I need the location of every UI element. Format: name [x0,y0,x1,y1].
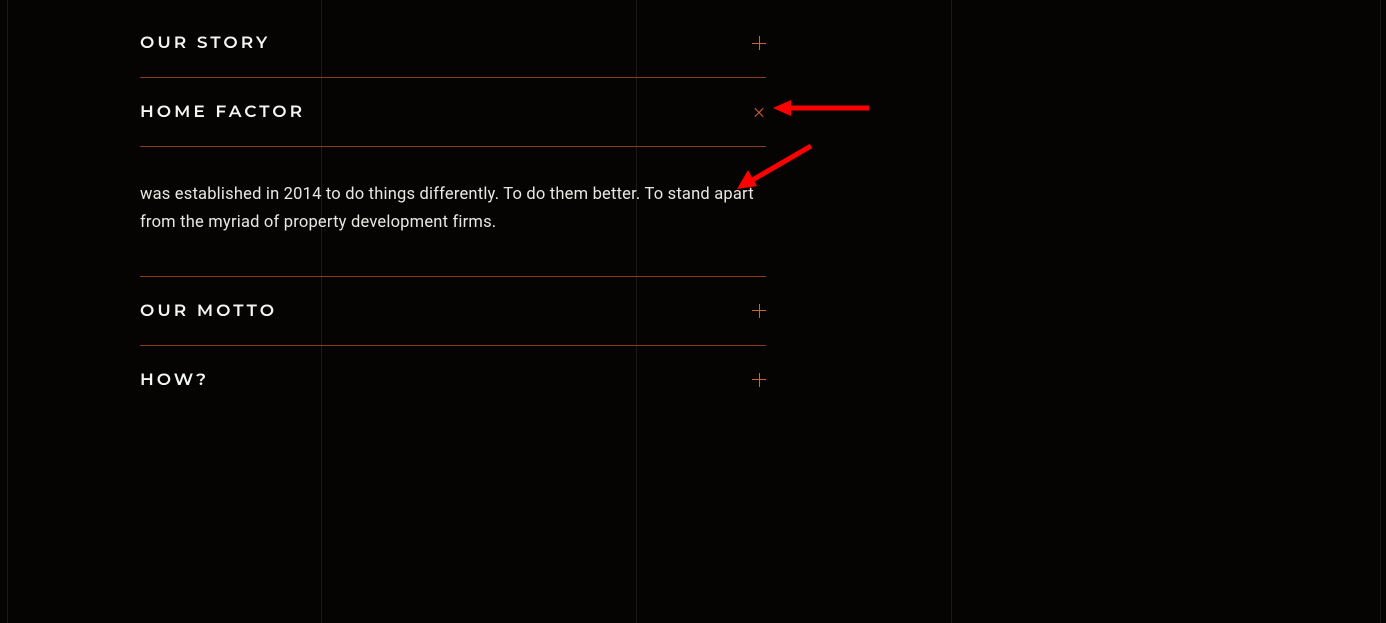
accordion-header-our-story[interactable]: OUR STORY [140,9,766,77]
accordion-title: HOW? [140,370,209,390]
accordion-item-our-story: OUR STORY [140,9,766,78]
annotation-arrow [773,96,873,120]
plus-icon [752,36,766,50]
accordion-header-how[interactable]: HOW? [140,346,766,414]
accordion-title: OUR STORY [140,33,270,53]
plus-icon [752,373,766,387]
accordion-header-our-motto[interactable]: OUR MOTTO [140,277,766,345]
accordion-title: OUR MOTTO [140,301,277,321]
accordion-item-how: HOW? [140,346,766,414]
close-icon [752,105,766,119]
accordion-content: was established in 2014 to do things dif… [140,147,766,276]
accordion-title: HOME FACTOR [140,102,305,122]
accordion-item-home-factor: HOME FACTOR was established in 2014 to d… [140,78,766,277]
accordion: OUR STORY HOME FACTOR was established in… [140,9,766,414]
accordion-item-our-motto: OUR MOTTO [140,277,766,346]
plus-icon [752,304,766,318]
accordion-header-home-factor[interactable]: HOME FACTOR [140,78,766,146]
